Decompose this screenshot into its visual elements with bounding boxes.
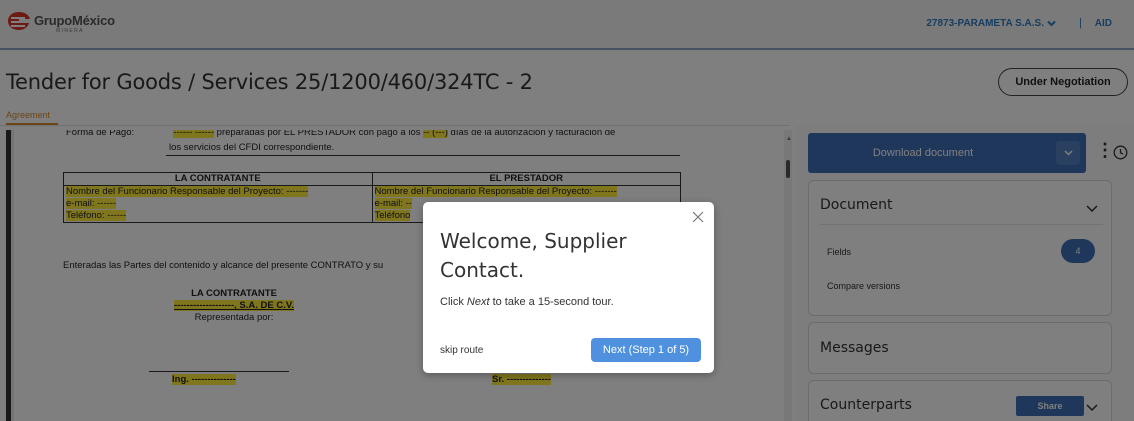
next-step-button[interactable]: Next (Step 1 of 5) — [591, 338, 701, 362]
tour-popover: Welcome, Supplier Contact. Click Next to… — [423, 202, 714, 373]
tour-title: Welcome, Supplier Contact. — [440, 229, 627, 282]
tour-body-prefix: Click — [440, 296, 467, 308]
skip-tour-link[interactable]: skip route — [440, 345, 483, 356]
tour-body: Click Next to take a 15-second tour. — [440, 296, 614, 308]
tour-body-emphasis: Next — [466, 296, 490, 308]
tour-body-suffix: to take a 15-second tour. — [489, 296, 614, 308]
close-icon[interactable] — [692, 211, 704, 223]
